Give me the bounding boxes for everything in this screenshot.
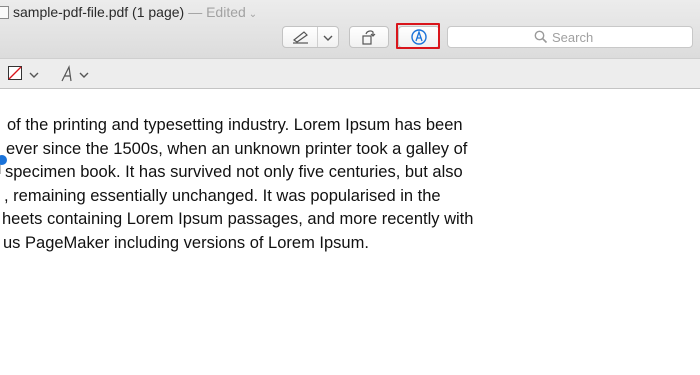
chevron-down-icon[interactable] [29, 71, 39, 79]
highlight-annotation-box [396, 23, 440, 49]
rotate-button[interactable] [349, 26, 389, 48]
window-title[interactable]: sample-pdf-file.pdf (1 page) — Edited ⌄ [13, 4, 257, 20]
text-line: , remaining essentially unchanged. It wa… [4, 186, 441, 205]
title-separator: — [188, 4, 203, 20]
document-text: of the printing and typesetting industry… [0, 114, 560, 254]
text-line: us PageMaker including versions of Lorem… [3, 233, 369, 252]
markup-toolbar [0, 58, 700, 89]
title-bar: sample-pdf-file.pdf (1 page)— Edited⌄ [0, 0, 700, 58]
chevron-down-icon[interactable] [323, 34, 333, 42]
file-name: sample-pdf-file.pdf (1 page) [13, 4, 185, 20]
chevron-down-icon[interactable] [79, 71, 89, 79]
search-icon [534, 30, 548, 44]
rotate-icon [362, 30, 376, 45]
text-line: of the printing and typesetting industry… [7, 116, 463, 134]
edited-status: Edited [206, 4, 246, 20]
text-line: ever since the 1500s, when an unknown pr… [6, 139, 468, 158]
text-style-icon[interactable] [59, 65, 77, 83]
text-line: heets containing Lorem Ipsum passages, a… [2, 210, 474, 228]
markup-highlight-button[interactable] [282, 26, 339, 48]
border-color-icon[interactable] [8, 66, 28, 82]
chevron-down-icon[interactable]: ⌄ [249, 9, 257, 20]
search-placeholder: Search [552, 30, 594, 45]
text-line: specimen book. It has survived not only … [5, 163, 463, 181]
button-divider [317, 27, 318, 47]
pen-icon [292, 31, 308, 44]
search-field[interactable]: Search [447, 26, 693, 48]
document-icon [0, 6, 9, 19]
